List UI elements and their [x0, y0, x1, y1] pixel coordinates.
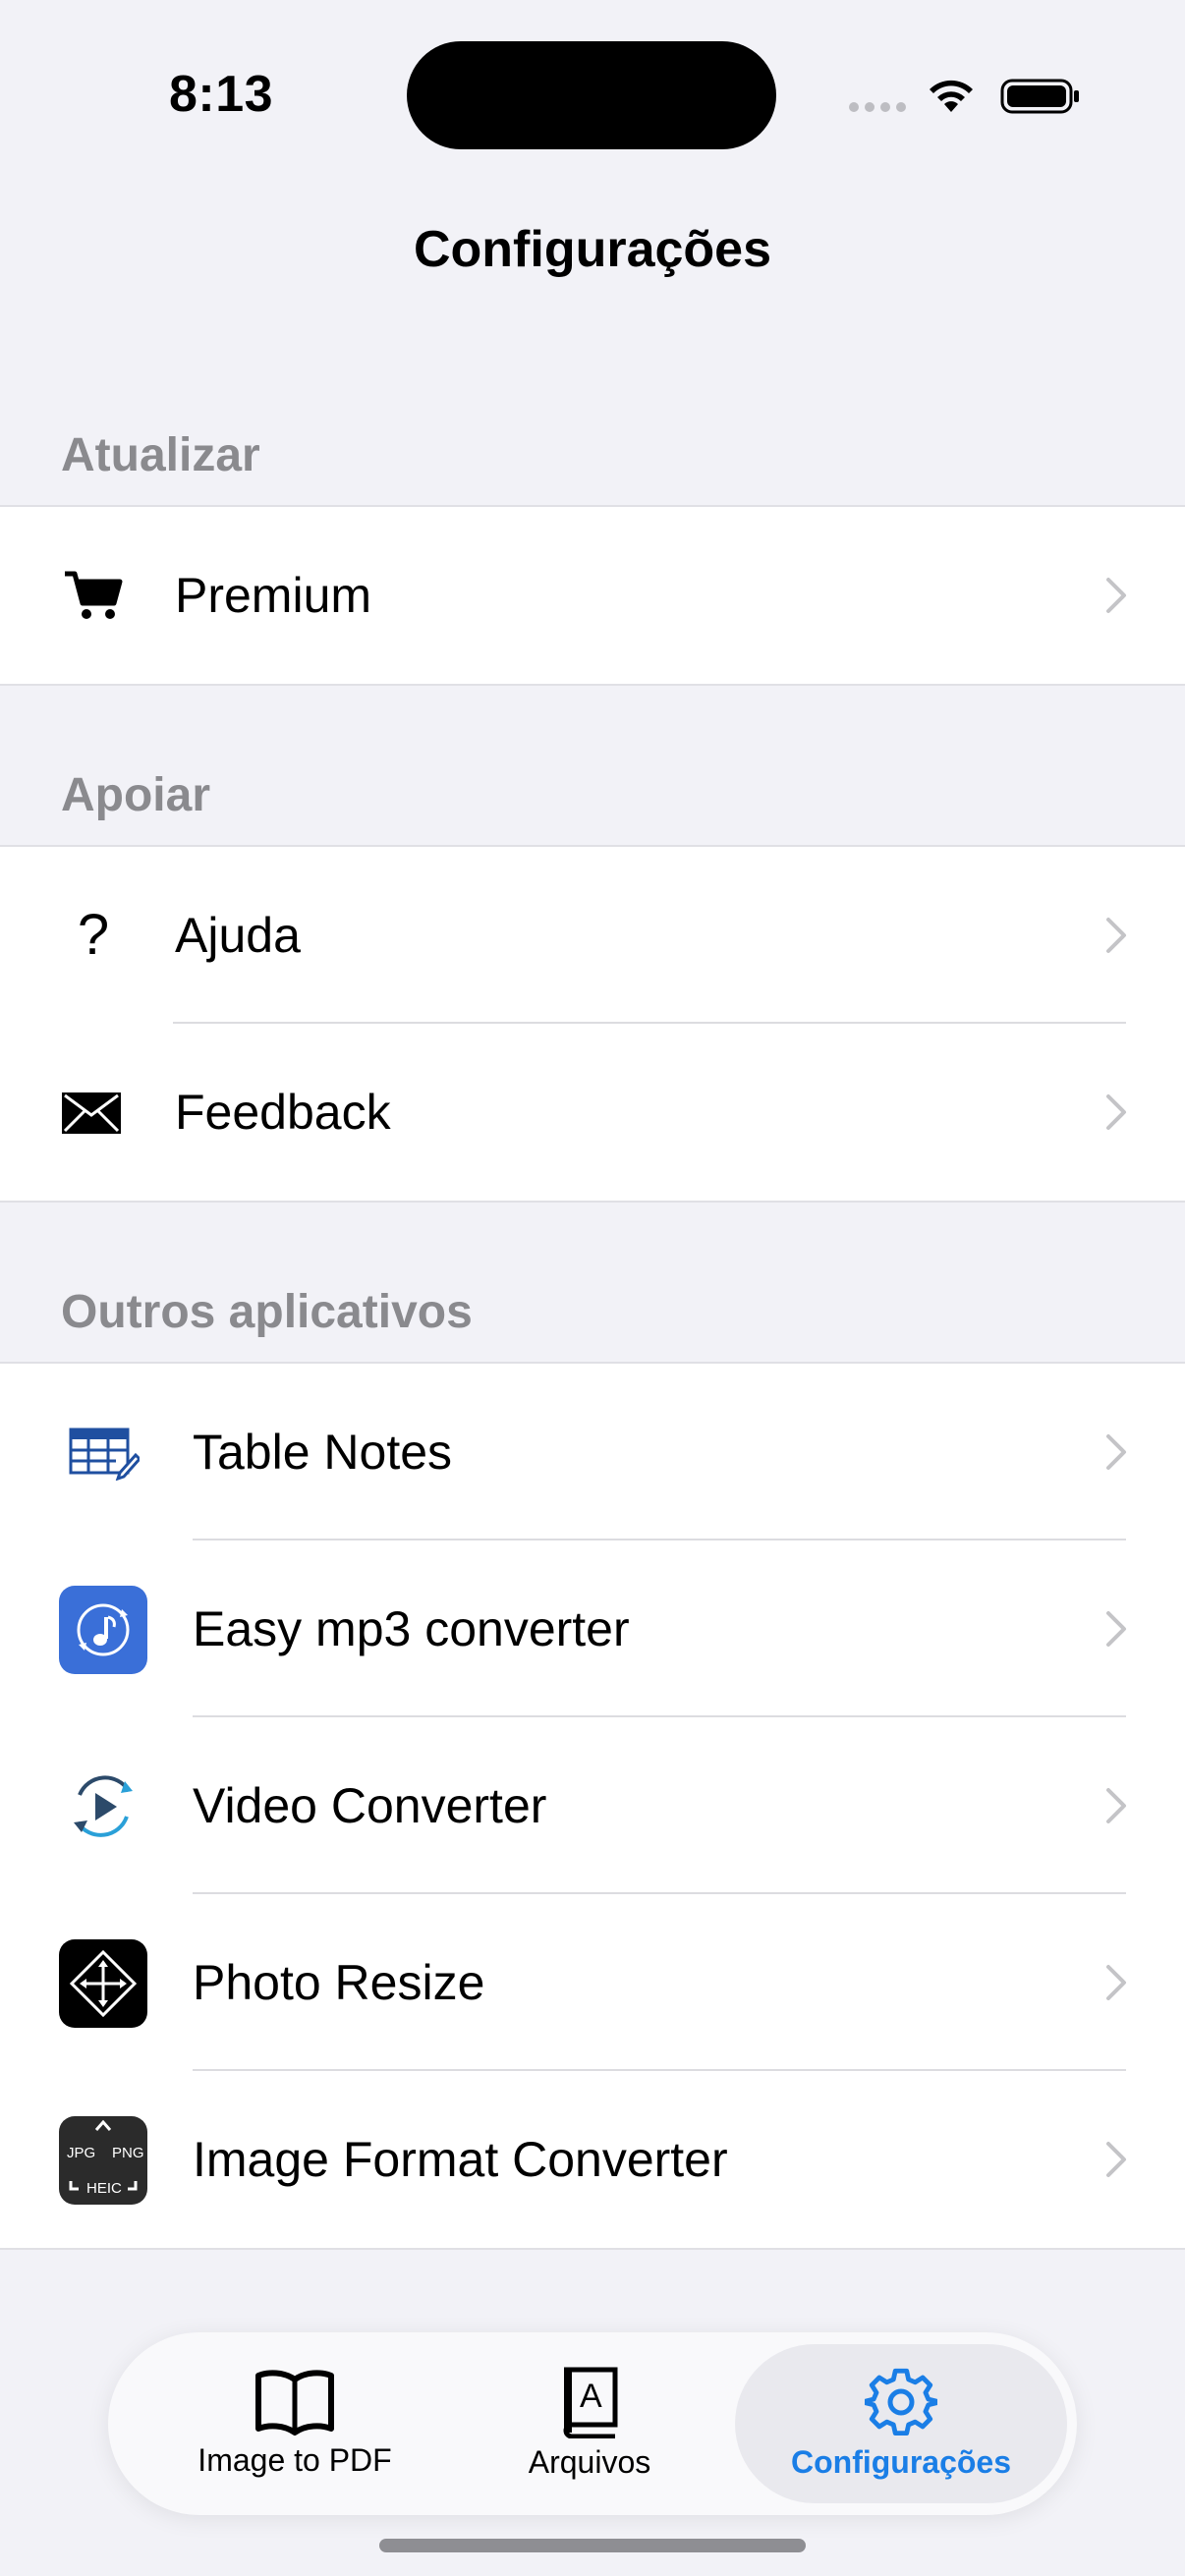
heic-text: HEIC [86, 2180, 122, 2197]
cart-icon [59, 566, 128, 625]
video-converter-app-icon [59, 1763, 147, 1851]
row-easy-mp3-converter[interactable]: Easy mp3 converter [0, 1540, 1185, 1717]
page-title: Configurações [413, 221, 772, 278]
png-text: PNG [112, 2145, 144, 2161]
tab-label-image-to-pdf: Image to PDF [198, 2442, 392, 2478]
tab-bar: Image to PDF A Arquivos Configurações [108, 2332, 1077, 2515]
book-icon [255, 2370, 334, 2436]
cellular-signal-icon [849, 102, 906, 112]
row-label-feedback: Feedback [175, 1085, 391, 1140]
row-label-premium: Premium [175, 568, 372, 623]
section-header-atualizar: Atualizar [61, 429, 260, 481]
chevron-right-icon [1106, 1965, 1126, 2000]
row-label-ajuda: Ajuda [175, 908, 301, 963]
mp3-converter-app-icon [59, 1586, 147, 1674]
chevron-right-icon [1106, 1611, 1126, 1647]
section-header-apoiar: Apoiar [61, 769, 211, 821]
tab-arquivos[interactable]: A Arquivos [442, 2332, 737, 2515]
table-notes-app-icon [59, 1409, 147, 1497]
row-table-notes[interactable]: Table Notes [0, 1364, 1185, 1540]
group-atualizar: Premium [0, 505, 1185, 686]
wifi-icon [930, 80, 973, 112]
photo-resize-app-icon [59, 1939, 147, 2028]
tab-image-to-pdf[interactable]: Image to PDF [147, 2332, 442, 2515]
chevron-right-icon [1106, 1434, 1126, 1470]
tab-label-arquivos: Arquivos [528, 2444, 651, 2480]
chevron-right-icon [1106, 2142, 1126, 2177]
chevron-right-icon [1106, 1094, 1126, 1130]
row-ajuda[interactable]: ? Ajuda [0, 847, 1185, 1024]
gear-icon [865, 2368, 937, 2436]
question-icon: ? [77, 902, 110, 967]
tab-label-configuracoes: Configurações [790, 2444, 1012, 2480]
section-header-outros-aplicativos: Outros aplicativos [61, 1286, 473, 1338]
dictionary-letter: A [580, 2378, 602, 2415]
chevron-right-icon [1106, 918, 1126, 953]
chevron-right-icon [1106, 1788, 1126, 1823]
jpg-text: JPG [67, 2145, 95, 2161]
dictionary-icon: A [563, 2367, 618, 2438]
home-indicator [379, 2539, 806, 2552]
status-time: 8:13 [169, 66, 274, 123]
row-label-photo-resize: Photo Resize [193, 1955, 485, 2010]
row-label-table-notes: Table Notes [193, 1425, 453, 1480]
row-image-format-converter[interactable]: JPG PNG HEIC Image Format Converter [0, 2071, 1185, 2248]
row-premium[interactable]: Premium [0, 507, 1185, 684]
row-feedback[interactable]: Feedback [0, 1024, 1185, 1201]
row-photo-resize[interactable]: Photo Resize [0, 1894, 1185, 2071]
dynamic-island [407, 41, 776, 149]
row-video-converter[interactable]: Video Converter [0, 1717, 1185, 1894]
tab-configuracoes[interactable]: Configurações [747, 2332, 1055, 2515]
row-label-easy-mp3-converter: Easy mp3 converter [193, 1601, 630, 1656]
envelope-icon [61, 1091, 122, 1136]
row-label-image-format-converter: Image Format Converter [193, 2132, 728, 2187]
group-apoiar: ? Ajuda Feedback [0, 845, 1185, 1203]
chevron-right-icon [1106, 578, 1126, 613]
battery-icon [1000, 79, 1079, 114]
image-format-converter-app-icon: JPG PNG HEIC [59, 2116, 147, 2205]
group-outros-aplicativos: Table Notes Easy mp3 converter Video Con… [0, 1362, 1185, 2250]
row-label-video-converter: Video Converter [193, 1778, 547, 1833]
